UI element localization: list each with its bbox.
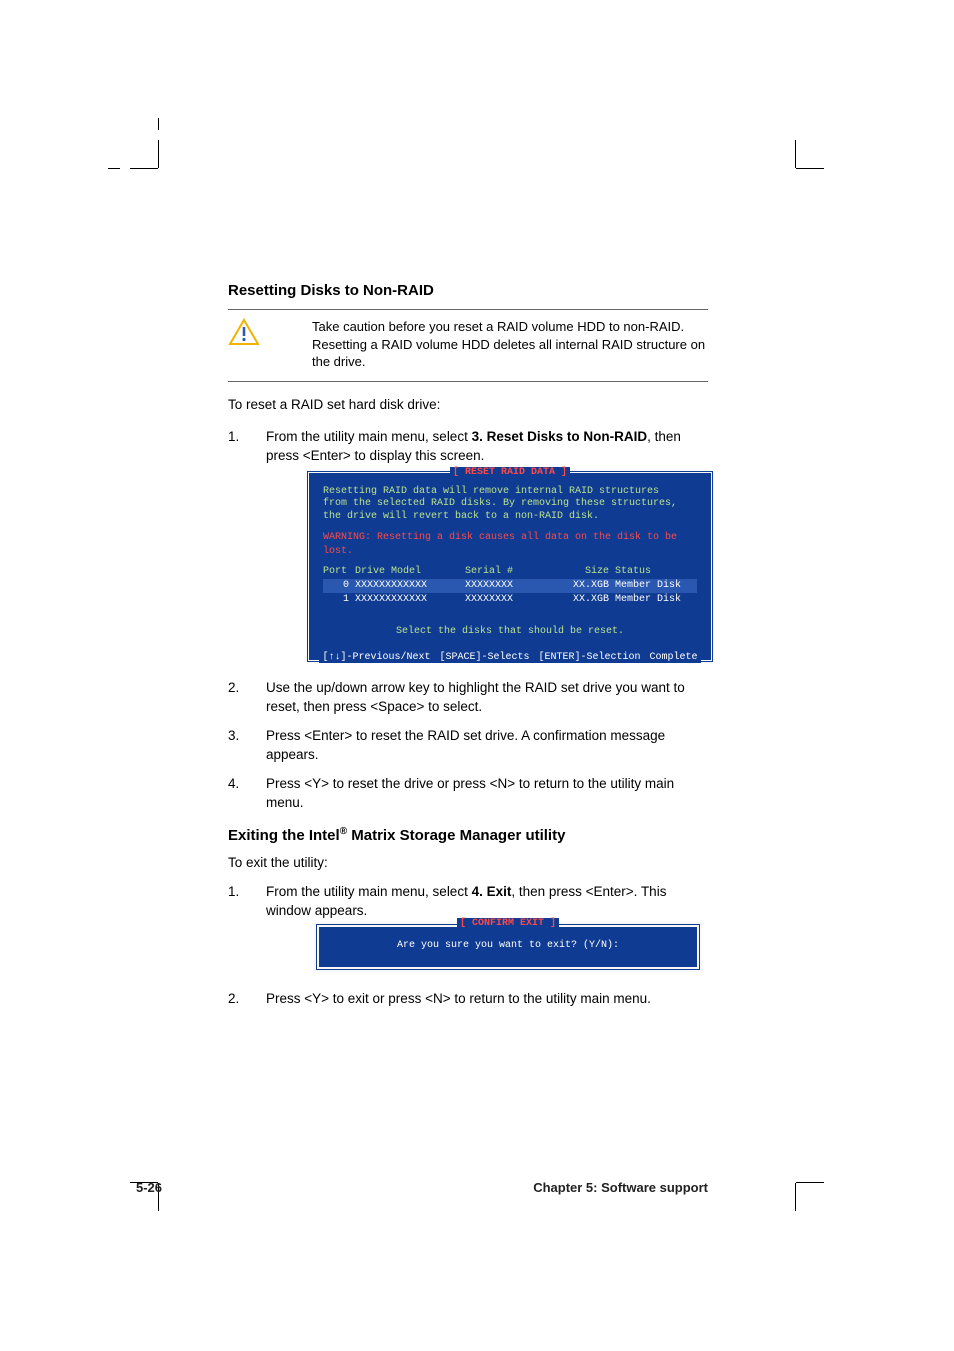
- step-text: Press <Y> to exit or press <N> to return…: [266, 991, 651, 1006]
- step-text: From the utility main menu, select: [266, 884, 472, 899]
- lead-text-exit: To exit the utility:: [228, 854, 708, 872]
- bios-title: [ CONFIRM EXIT ]: [319, 917, 697, 931]
- bios-table-row: 0 XXXXXXXXXXXX XXXXXXXX XX.XGB Member Di…: [323, 579, 697, 593]
- chapter-label: Chapter 5: Software support: [533, 1180, 708, 1195]
- step-2: 2. Use the up/down arrow key to highligh…: [228, 679, 708, 717]
- step-3: 3. Press <Enter> to reset the RAID set d…: [228, 727, 708, 765]
- menu-option-bold: 3. Reset Disks to Non-RAID: [472, 429, 648, 444]
- bios-confirm-exit-panel: [ CONFIRM EXIT ] Are you sure you want t…: [314, 922, 702, 972]
- section-heading-exit: Exiting the Intel® Matrix Storage Manage…: [228, 826, 708, 844]
- bios-title: [ RESET RAID DATA ]: [309, 466, 711, 480]
- step-number: 1.: [228, 883, 239, 902]
- bios-prompt: Select the disks that should be reset.: [309, 609, 711, 649]
- step-4: 4. Press <Y> to reset the drive or press…: [228, 775, 708, 813]
- step-number: 3.: [228, 727, 239, 746]
- caution-icon: [228, 318, 260, 351]
- step-text: From the utility main menu, select: [266, 429, 472, 444]
- caution-box: Take caution before you reset a RAID vol…: [228, 309, 708, 382]
- menu-option-bold: 4. Exit: [472, 884, 512, 899]
- caution-text: Take caution before you reset a RAID vol…: [312, 318, 708, 371]
- bios-info-line: from the selected RAID disks. By removin…: [323, 498, 697, 511]
- step-number: 4.: [228, 775, 239, 794]
- section-heading-reset: Resetting Disks to Non-RAID: [228, 282, 708, 299]
- bios-info-line: the drive will revert back to a non-RAID…: [323, 511, 697, 524]
- bios-footer-hints: [↑↓]-Previous/Next [SPACE]-Selects [ENTE…: [309, 649, 711, 667]
- step-1: 1. From the utility main menu, select 3.…: [228, 428, 708, 663]
- bios-warning: WARNING: Resetting a disk causes all dat…: [309, 527, 711, 565]
- lead-text-reset: To reset a RAID set hard disk drive:: [228, 396, 708, 414]
- step-number: 1.: [228, 428, 239, 447]
- bios-confirm-msg: Are you sure you want to exit? (Y/N):: [319, 939, 697, 953]
- step-number: 2.: [228, 679, 239, 698]
- step-text: Press <Y> to reset the drive or press <N…: [266, 776, 674, 810]
- bios-table-row: 1 XXXXXXXXXXXX XXXXXXXX XX.XGB Member Di…: [323, 593, 697, 607]
- step-text: Press <Enter> to reset the RAID set driv…: [266, 728, 665, 762]
- step-text: Use the up/down arrow key to highlight t…: [266, 680, 685, 714]
- bios-reset-panel: [ RESET RAID DATA ] Resetting RAID data …: [306, 470, 714, 664]
- page-number: 5-26: [136, 1180, 162, 1195]
- bios-info-line: Resetting RAID data will remove internal…: [323, 486, 697, 499]
- page-footer: 5-26 Chapter 5: Software support: [136, 1180, 708, 1195]
- bios-table-header: Port Drive Model Serial # Size Status: [323, 565, 697, 579]
- step-2: 2. Press <Y> to exit or press <N> to ret…: [228, 990, 708, 1009]
- step-number: 2.: [228, 990, 239, 1009]
- step-1: 1. From the utility main menu, select 4.…: [228, 883, 708, 973]
